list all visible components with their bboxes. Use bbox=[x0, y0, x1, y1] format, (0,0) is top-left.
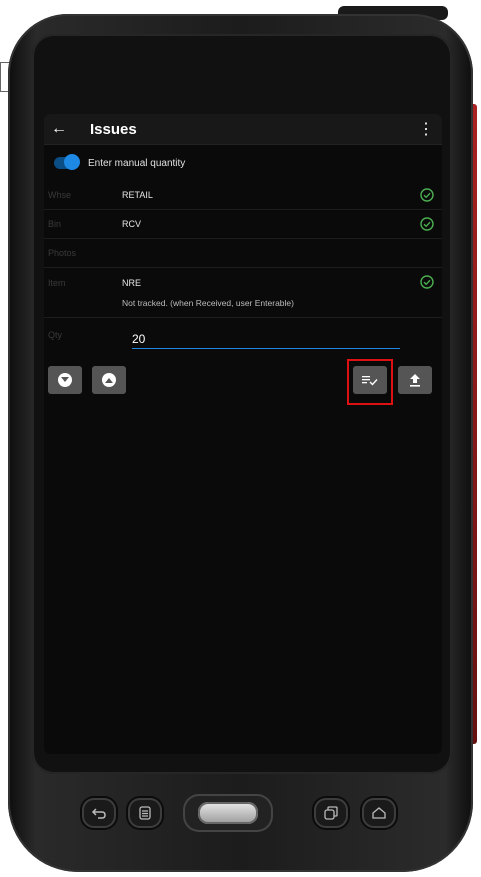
recent-apps-key[interactable] bbox=[314, 798, 348, 828]
upload-icon bbox=[410, 374, 420, 387]
scroll-up-button[interactable] bbox=[92, 366, 126, 394]
qty-label: Qty bbox=[48, 330, 63, 340]
check-circle-icon bbox=[420, 217, 434, 231]
back-key[interactable] bbox=[82, 798, 116, 828]
check-circle-icon bbox=[420, 188, 434, 202]
item-value: NRE bbox=[122, 278, 142, 288]
app-screen: ← Issues ⋮ Enter manual quantity Whse RE… bbox=[44, 114, 442, 754]
qty-row: Qty bbox=[44, 318, 442, 360]
back-arrow-icon[interactable]: ← bbox=[50, 120, 68, 138]
photos-label: Photos bbox=[48, 248, 77, 258]
list-check-icon bbox=[362, 376, 378, 386]
menu-icon bbox=[139, 806, 151, 820]
arrow-up-icon bbox=[102, 373, 116, 387]
scan-trigger-key[interactable] bbox=[183, 794, 273, 832]
home-icon bbox=[372, 807, 386, 819]
manual-quantity-label: Enter manual quantity bbox=[88, 157, 186, 169]
bin-row[interactable]: Bin RCV bbox=[44, 210, 442, 239]
handheld-device: ← Issues ⋮ Enter manual quantity Whse RE… bbox=[0, 6, 477, 872]
whse-label: Whse bbox=[48, 190, 72, 200]
scan-key-face bbox=[198, 802, 258, 824]
item-tracking-note: Not tracked. (when Received, user Entera… bbox=[122, 298, 294, 308]
home-key[interactable] bbox=[362, 798, 396, 828]
manual-quantity-row: Enter manual quantity bbox=[44, 145, 442, 181]
menu-key[interactable] bbox=[128, 798, 162, 828]
submit-upload-button[interactable] bbox=[398, 366, 432, 394]
whse-row[interactable]: Whse RETAIL bbox=[44, 181, 442, 210]
return-icon bbox=[91, 808, 106, 819]
item-label: Item bbox=[48, 278, 66, 288]
scroll-down-button[interactable] bbox=[48, 366, 82, 394]
item-row[interactable]: Item NRE Not tracked. (when Received, us… bbox=[44, 268, 442, 318]
app-bar: ← Issues ⋮ bbox=[44, 114, 442, 145]
toggle-knob bbox=[64, 154, 80, 170]
manual-quantity-toggle[interactable] bbox=[54, 154, 80, 170]
photos-row[interactable]: Photos bbox=[44, 239, 442, 268]
hardware-keys bbox=[8, 784, 473, 854]
windows-icon bbox=[324, 806, 338, 820]
bin-value: RCV bbox=[122, 219, 142, 229]
page-title: Issues bbox=[90, 120, 137, 138]
whse-value: RETAIL bbox=[122, 190, 153, 200]
review-list-button[interactable] bbox=[353, 366, 387, 394]
action-bar bbox=[44, 359, 442, 405]
overflow-menu-icon[interactable]: ⋮ bbox=[418, 119, 434, 139]
bin-label: Bin bbox=[48, 219, 62, 229]
arrow-down-icon bbox=[58, 373, 72, 387]
qty-input[interactable] bbox=[132, 330, 400, 349]
check-circle-icon bbox=[420, 275, 434, 289]
